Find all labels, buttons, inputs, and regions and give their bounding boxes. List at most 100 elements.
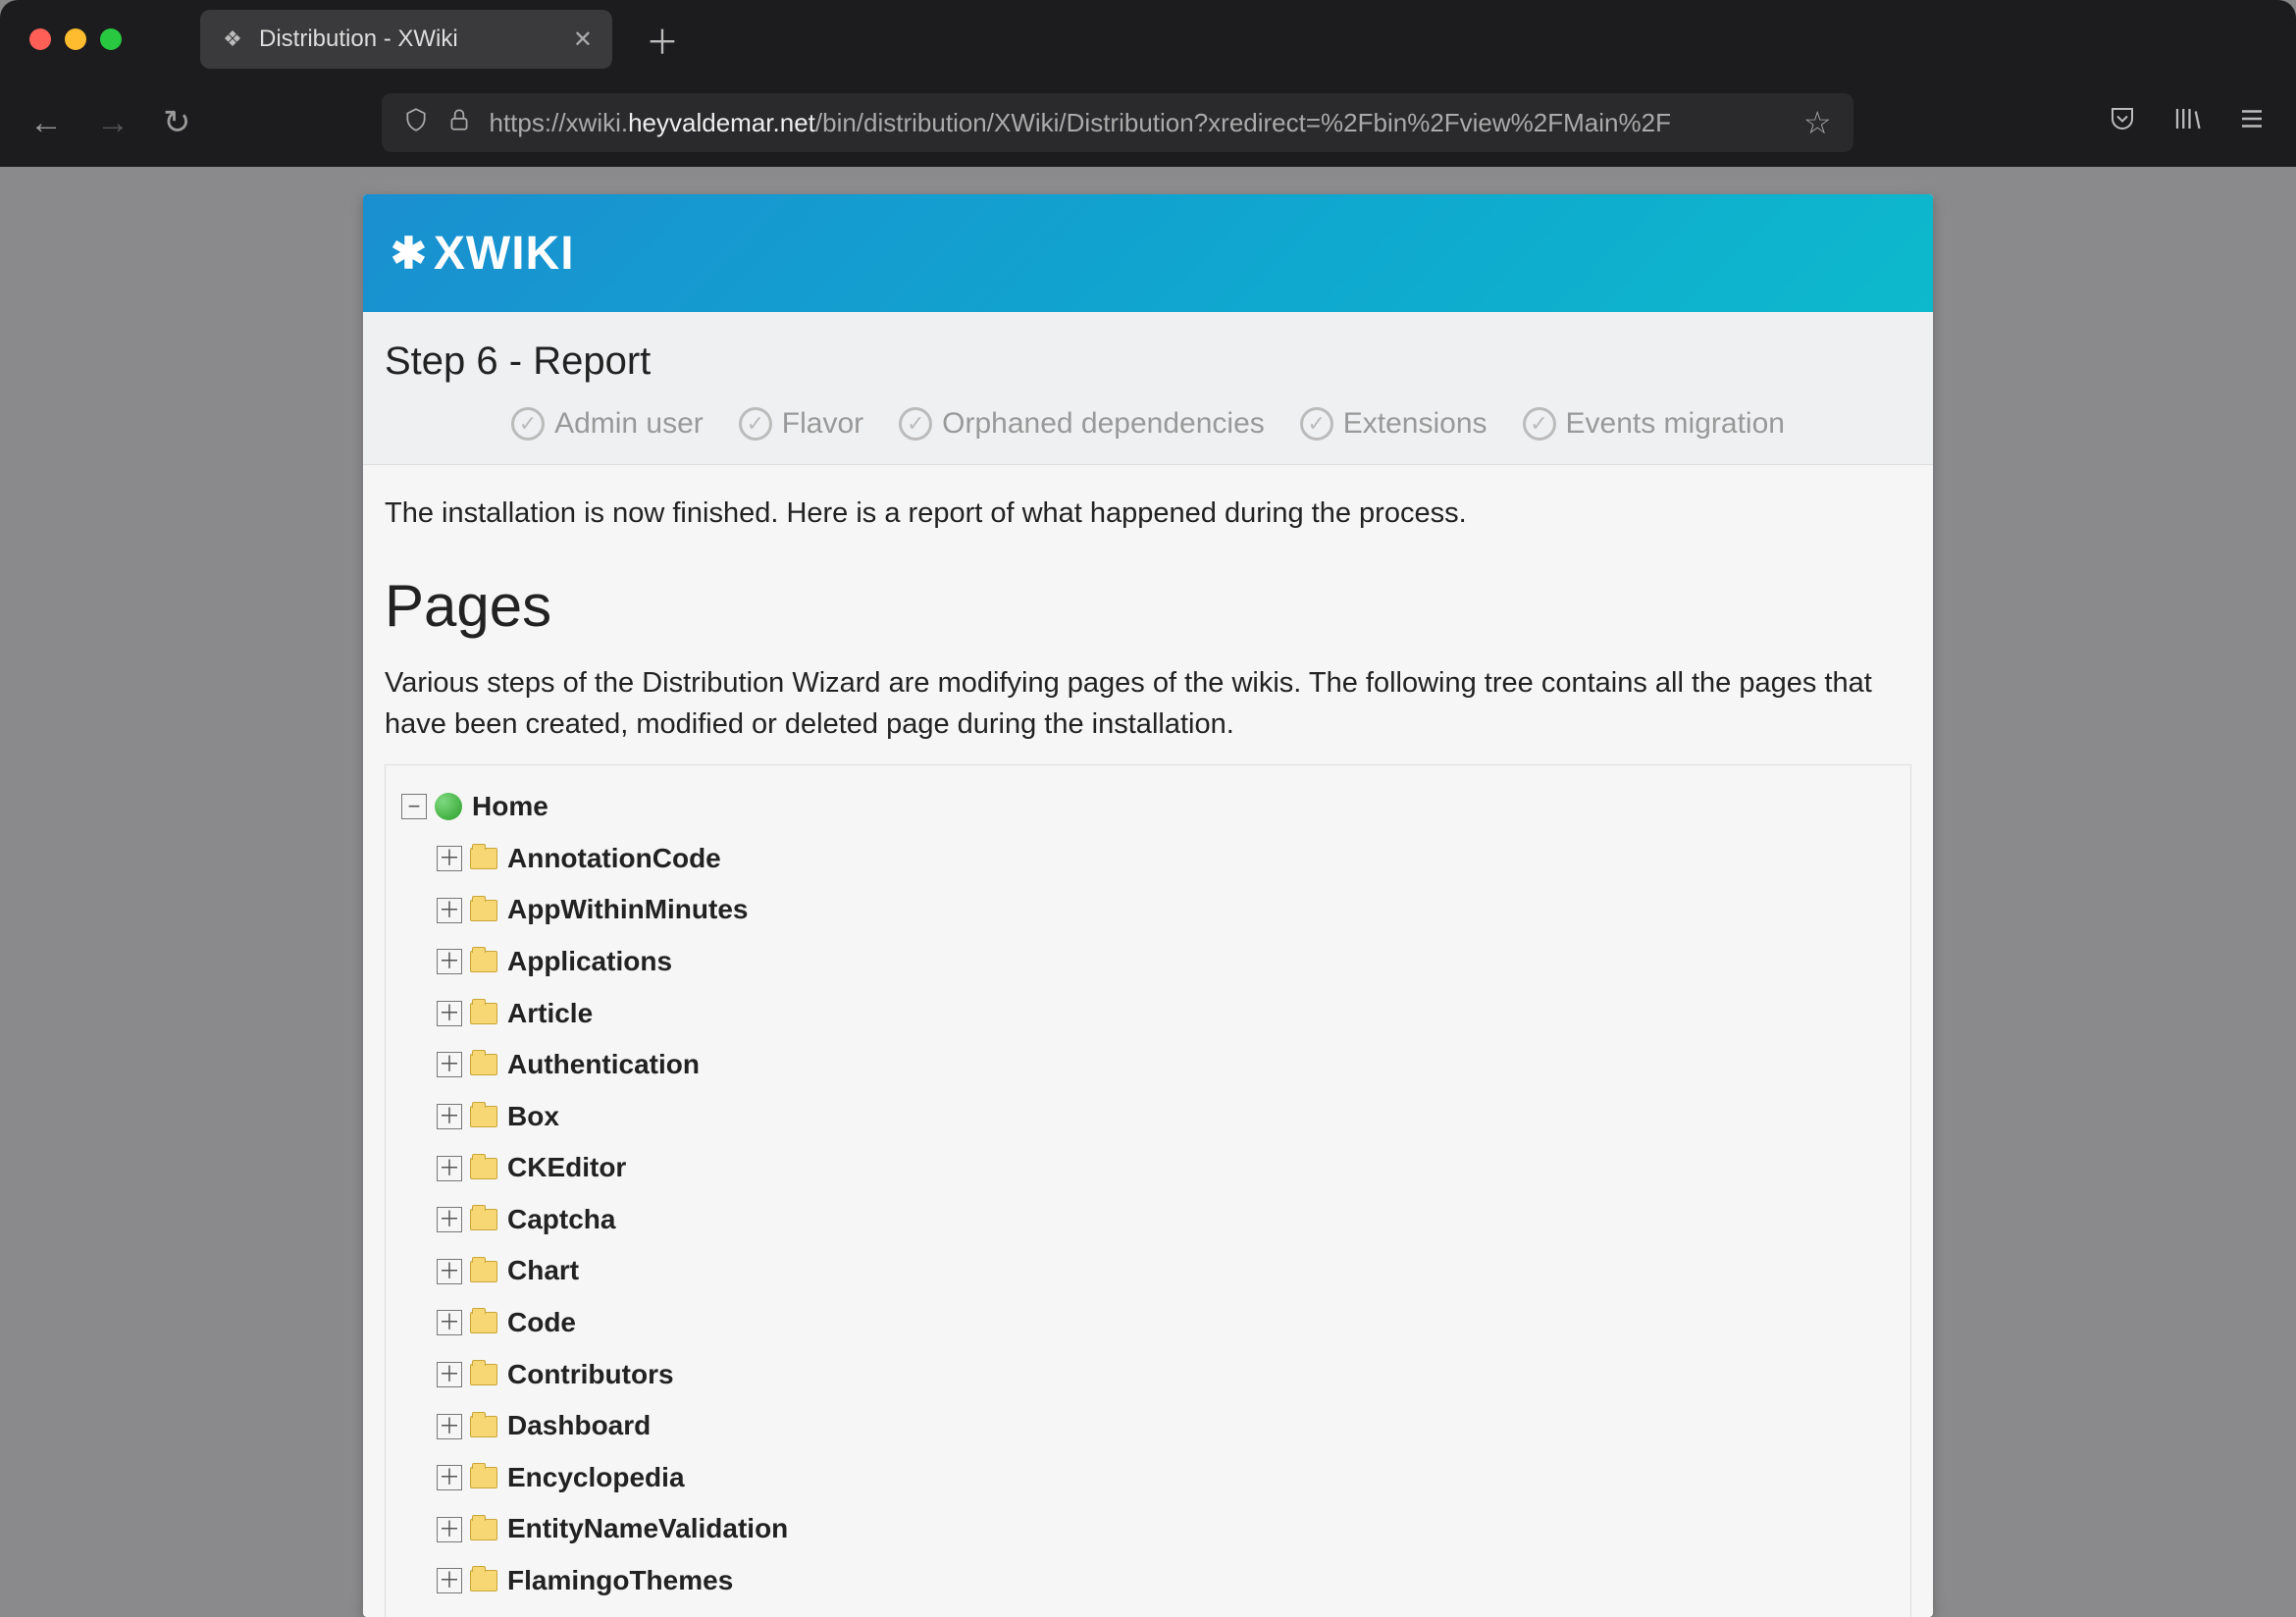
check-icon: ✓ xyxy=(739,407,772,441)
tree-item-label: Article xyxy=(507,994,593,1034)
expand-icon[interactable]: ＋ xyxy=(437,1001,462,1026)
check-icon: ✓ xyxy=(1300,407,1333,441)
expand-icon[interactable]: ＋ xyxy=(437,1207,462,1232)
tree-item[interactable]: ＋Box xyxy=(401,1091,1895,1143)
expand-icon[interactable]: ＋ xyxy=(437,949,462,974)
tree-item[interactable]: ＋ Applications xyxy=(401,936,1895,988)
library-icon[interactable] xyxy=(2172,104,2202,141)
step-bar: Step 6 - Report ✓ Admin user ✓ Flavor ✓ … xyxy=(363,312,1933,465)
tree-item[interactable]: ＋ Dashboard xyxy=(401,1400,1895,1452)
folder-icon xyxy=(470,1364,497,1385)
tab-title: Distribution - XWiki xyxy=(259,26,559,53)
menu-icon[interactable] xyxy=(2237,104,2267,141)
folder-icon xyxy=(470,1519,497,1540)
back-button[interactable]: ← xyxy=(29,104,63,142)
expand-icon[interactable]: ＋ xyxy=(437,1568,462,1593)
section-body: Various steps of the Distribution Wizard… xyxy=(385,662,1911,745)
toolbar-right xyxy=(2108,104,2267,141)
minimize-window-button[interactable] xyxy=(65,28,86,50)
tree-item-label: Contributors xyxy=(507,1355,674,1395)
collapse-icon[interactable]: − xyxy=(401,794,427,819)
expand-icon[interactable]: ＋ xyxy=(437,898,462,923)
xwiki-page: ✱XWIKI Step 6 - Report ✓ Admin user ✓ Fl… xyxy=(363,194,1933,1617)
folder-icon xyxy=(470,1003,497,1024)
content: The installation is now finished. Here i… xyxy=(363,465,1933,1617)
expand-icon[interactable]: ＋ xyxy=(437,1156,462,1181)
intro-text: The installation is now finished. Here i… xyxy=(385,493,1911,534)
tree-item-label: AppWithinMinutes xyxy=(507,890,748,930)
tab-favicon: ❖ xyxy=(220,26,245,52)
tree-root[interactable]: − Home xyxy=(401,781,1895,833)
expand-icon[interactable]: ＋ xyxy=(437,1362,462,1387)
browser-tab[interactable]: ❖ Distribution - XWiki ✕ xyxy=(200,10,612,69)
tree-item-label: Code xyxy=(507,1303,576,1343)
tree-item[interactable]: ＋Chart xyxy=(401,1245,1895,1297)
folder-icon xyxy=(470,1209,497,1230)
folder-icon xyxy=(470,848,497,869)
tree-root-label: Home xyxy=(472,787,548,827)
expand-icon[interactable]: ＋ xyxy=(437,1517,462,1542)
tree-item-label: Captcha xyxy=(507,1200,615,1240)
bookmark-star-icon[interactable]: ☆ xyxy=(1803,104,1832,141)
expand-icon[interactable]: ＋ xyxy=(437,1414,462,1439)
expand-icon[interactable]: ＋ xyxy=(437,1310,462,1335)
tree-item[interactable]: ＋FlamingoThemesCode xyxy=(401,1607,1895,1617)
step-label: Events migration xyxy=(1566,407,1785,441)
tree-item[interactable]: ＋ Contributors xyxy=(401,1349,1895,1401)
step-label: Orphaned dependencies xyxy=(942,407,1265,441)
tree-item[interactable]: ＋ CKEditor xyxy=(401,1142,1895,1194)
url-text: https://xwiki.heyvaldemar.net/bin/distri… xyxy=(490,108,1786,138)
close-tab-button[interactable]: ✕ xyxy=(573,26,593,54)
tree-item-label: Dashboard xyxy=(507,1406,651,1446)
tree-item[interactable]: ＋ FlamingoThemes xyxy=(401,1555,1895,1607)
tree-item-label: FlamingoThemes xyxy=(507,1561,733,1601)
lock-icon xyxy=(446,107,472,139)
address-bar[interactable]: https://xwiki.heyvaldemar.net/bin/distri… xyxy=(382,93,1853,152)
folder-icon xyxy=(470,1158,497,1179)
tree-item[interactable]: ＋ EntityNameValidation xyxy=(401,1503,1895,1555)
check-icon: ✓ xyxy=(511,407,545,441)
tree-item[interactable]: ＋Authentication xyxy=(401,1039,1895,1091)
expand-icon[interactable]: ＋ xyxy=(437,846,462,871)
tree-item-label: AnnotationCode xyxy=(507,839,721,879)
folder-icon xyxy=(470,1261,497,1282)
pocket-icon[interactable] xyxy=(2108,104,2137,141)
folder-icon xyxy=(470,1106,497,1127)
step-list: ✓ Admin user ✓ Flavor ✓ Orphaned depende… xyxy=(385,407,1911,441)
tree-item-label: Applications xyxy=(507,942,672,982)
step-title: Step 6 - Report xyxy=(385,339,1911,384)
expand-icon[interactable]: ＋ xyxy=(437,1104,462,1129)
tree-item[interactable]: ＋ Article xyxy=(401,988,1895,1040)
tree-item[interactable]: ＋ Code xyxy=(401,1297,1895,1349)
folder-icon xyxy=(470,951,497,972)
step-orphaned-dependencies: ✓ Orphaned dependencies xyxy=(899,407,1265,441)
page-viewport: ✱XWIKI Step 6 - Report ✓ Admin user ✓ Fl… xyxy=(0,167,2296,1617)
browser-chrome: ❖ Distribution - XWiki ✕ ＋ ← → ↻ https:/… xyxy=(0,0,2296,167)
forward-button[interactable]: → xyxy=(96,104,130,142)
expand-icon[interactable]: ＋ xyxy=(437,1465,462,1490)
check-icon: ✓ xyxy=(899,407,932,441)
folder-icon xyxy=(470,900,497,921)
expand-icon[interactable]: ＋ xyxy=(437,1052,462,1077)
close-window-button[interactable] xyxy=(29,28,51,50)
expand-icon[interactable]: ＋ xyxy=(437,1259,462,1284)
section-heading: Pages xyxy=(385,563,1911,649)
step-label: Extensions xyxy=(1343,407,1487,441)
tree-item[interactable]: ＋ Captcha xyxy=(401,1194,1895,1246)
folder-icon xyxy=(470,1416,497,1437)
folder-icon xyxy=(470,1467,497,1488)
new-tab-button[interactable]: ＋ xyxy=(646,16,679,64)
step-events-migration: ✓ Events migration xyxy=(1523,407,1785,441)
tree-item[interactable]: ＋ AnnotationCode xyxy=(401,833,1895,885)
folder-icon xyxy=(470,1570,497,1591)
tree-item-label: CKEditor xyxy=(507,1148,626,1188)
reload-button[interactable]: ↻ xyxy=(163,103,191,142)
tree-item[interactable]: ＋ AppWithinMinutes xyxy=(401,884,1895,936)
tree-item[interactable]: ＋Encyclopedia xyxy=(401,1452,1895,1504)
folder-icon xyxy=(470,1312,497,1333)
tree-item-label: EntityNameValidation xyxy=(507,1509,788,1549)
xwiki-logo[interactable]: ✱XWIKI xyxy=(391,227,575,281)
globe-icon xyxy=(435,793,462,820)
page-header: ✱XWIKI xyxy=(363,194,1933,312)
maximize-window-button[interactable] xyxy=(100,28,122,50)
